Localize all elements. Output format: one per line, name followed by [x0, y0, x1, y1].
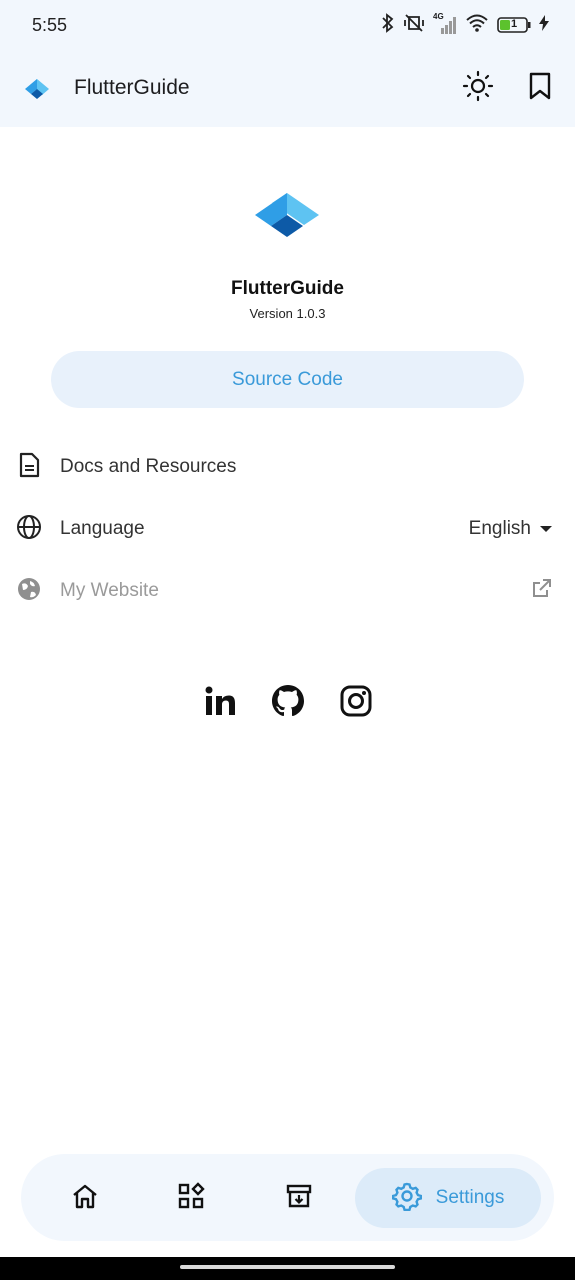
instagram-button[interactable] [338, 683, 374, 723]
nav-apps[interactable] [161, 1168, 221, 1228]
bottom-navigation: Settings [21, 1154, 554, 1241]
linkedin-icon [204, 685, 236, 722]
battery-icon: 1 [497, 17, 531, 33]
docs-resources-label: Docs and Resources [60, 456, 237, 477]
globe-icon [16, 514, 42, 545]
home-gesture-handle[interactable] [180, 1265, 395, 1269]
language-row[interactable]: Language English [0, 499, 575, 559]
social-links [0, 683, 575, 723]
brand-name: FlutterGuide [231, 278, 344, 299]
language-label: Language [60, 518, 145, 539]
document-icon [18, 452, 40, 483]
dropdown-arrow-icon [539, 518, 553, 540]
app-title: FlutterGuide [74, 76, 190, 99]
app-logo-icon [22, 75, 52, 108]
vibrate-off-icon [403, 13, 425, 38]
website-label: My Website [60, 580, 159, 601]
brand-version: Version 1.0.3 [249, 306, 326, 321]
bookmarks-button[interactable] [520, 68, 560, 108]
website-row[interactable]: My Website [0, 561, 575, 621]
source-code-button[interactable]: Source Code [51, 351, 524, 408]
linkedin-button[interactable] [202, 683, 238, 723]
bookmark-icon [528, 72, 552, 105]
website-globe-icon [16, 576, 42, 607]
github-button[interactable] [270, 683, 306, 723]
status-icons: 4G 1 [381, 12, 549, 38]
home-icon [71, 1183, 99, 1214]
apps-icon [177, 1181, 205, 1215]
network-type: 4G [433, 12, 444, 21]
language-dropdown[interactable]: English [469, 518, 575, 540]
charging-icon [539, 14, 549, 36]
brand-logo-icon [254, 192, 320, 243]
docs-resources-row[interactable]: Docs and Resources [0, 437, 575, 497]
nav-archive[interactable] [269, 1168, 329, 1228]
signal-icon: 4G [433, 12, 457, 34]
brightness-icon [462, 70, 494, 107]
language-value: English [468, 518, 531, 539]
archive-icon [285, 1182, 313, 1215]
bluetooth-icon [381, 12, 395, 38]
theme-toggle-button[interactable] [458, 68, 498, 108]
instagram-icon [340, 685, 372, 722]
nav-home[interactable] [55, 1168, 115, 1228]
status-time: 5:55 [32, 15, 68, 35]
wifi-icon [465, 14, 489, 37]
nav-settings-label: Settings [435, 1187, 505, 1208]
battery-level: 1 [511, 18, 518, 30]
external-link-icon [531, 577, 553, 605]
github-icon [271, 684, 305, 723]
settings-icon [391, 1181, 422, 1216]
nav-settings[interactable]: Settings [355, 1168, 541, 1228]
